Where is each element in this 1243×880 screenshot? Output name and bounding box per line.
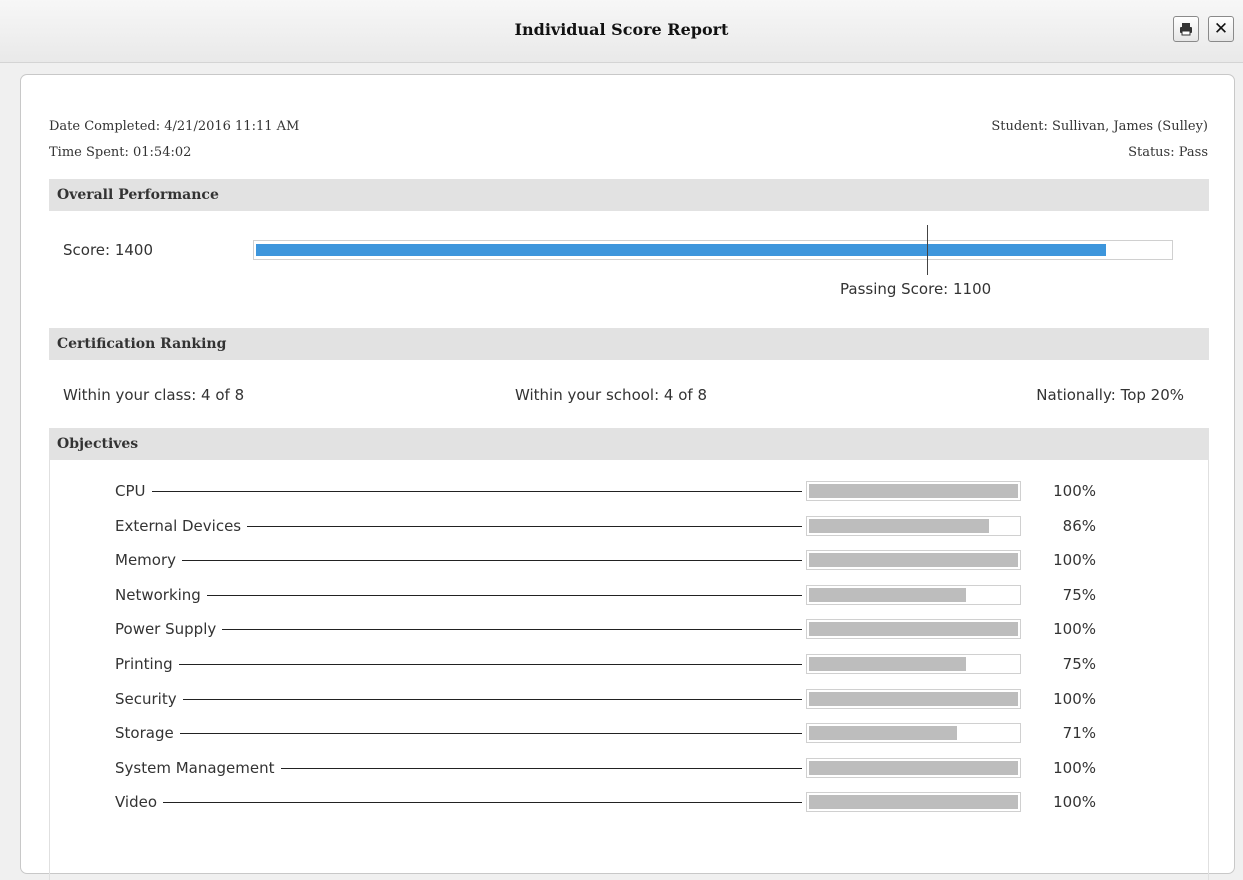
objective-bar-fill <box>809 484 1018 498</box>
objective-row: Power Supply 100% <box>115 617 1125 642</box>
objective-row: Printing 75% <box>115 652 1125 676</box>
date-completed: Date Completed: 4/21/2016 11:11 AM <box>49 119 300 134</box>
objective-bar-fill <box>809 622 1018 637</box>
close-button[interactable]: ✕ <box>1208 16 1234 42</box>
objective-bar <box>806 792 1021 813</box>
objective-bar <box>806 723 1021 744</box>
score-bar <box>253 240 1173 260</box>
objective-bar-fill <box>809 518 989 533</box>
objective-name: System Management <box>115 755 281 780</box>
objective-row: CPU 100% <box>115 479 1125 503</box>
objective-leader-line <box>115 802 802 804</box>
objective-bar <box>806 515 1021 536</box>
objective-bar <box>806 481 1021 501</box>
printer-icon <box>1180 23 1192 36</box>
objective-bar <box>806 550 1021 571</box>
objective-percent: 75% <box>1062 585 1096 604</box>
objective-name: Video <box>115 790 164 815</box>
objective-bar-fill <box>809 760 1018 775</box>
objective-bar-fill <box>809 795 1018 810</box>
passing-score-label: Passing Score: 1100 <box>840 280 992 298</box>
objective-name: Printing <box>115 652 179 676</box>
objective-bar <box>806 619 1021 640</box>
objective-row: System Management 100% <box>115 755 1125 780</box>
objective-percent: 100% <box>1053 551 1096 570</box>
objective-name: CPU <box>115 479 152 503</box>
national-ranking: Nationally: Top 20% <box>1036 386 1184 404</box>
objective-leader-line <box>115 664 802 665</box>
objective-leader-line <box>115 560 802 562</box>
objective-bar <box>806 584 1021 605</box>
print-button[interactable] <box>1173 16 1199 42</box>
school-ranking: Within your school: 4 of 8 <box>515 386 707 404</box>
objective-row: Storage 71% <box>115 721 1125 746</box>
certification-ranking-heading: Certification Ranking <box>49 328 1209 360</box>
objective-percent: 100% <box>1053 620 1096 639</box>
objective-name: External Devices <box>115 513 248 538</box>
objective-leader-line <box>115 491 802 492</box>
objective-name: Security <box>115 686 183 711</box>
objective-leader-line <box>115 698 802 700</box>
objective-percent: 100% <box>1053 793 1096 812</box>
close-icon: ✕ <box>1213 19 1229 39</box>
objective-percent: 100% <box>1053 758 1096 777</box>
student-name: Student: Sullivan, James (Sulley) <box>991 119 1208 134</box>
objective-row: Security 100% <box>115 686 1125 711</box>
objective-bar-fill <box>809 657 966 671</box>
title-bar: Individual Score Report ✕ <box>0 0 1243 63</box>
objective-percent: 86% <box>1062 516 1096 535</box>
objective-bar-fill <box>809 691 1018 706</box>
objective-row: External Devices 86% <box>115 513 1125 538</box>
objective-name: Storage <box>115 721 180 746</box>
objective-percent: 75% <box>1062 655 1096 673</box>
passing-score-marker <box>927 225 928 275</box>
objective-row: Memory 100% <box>115 548 1125 573</box>
objective-bar <box>806 757 1021 778</box>
objective-percent: 100% <box>1053 689 1096 708</box>
objective-name: Memory <box>115 548 183 573</box>
objective-bar <box>806 688 1021 709</box>
overall-performance-heading: Overall Performance <box>49 179 1209 211</box>
score-bar-fill <box>256 244 1107 256</box>
class-ranking: Within your class: 4 of 8 <box>63 386 245 404</box>
objective-bar-fill <box>809 726 958 741</box>
status-text: Status: Pass <box>1128 145 1208 160</box>
objectives-heading: Objectives <box>49 428 1209 460</box>
score-label: Score: 1400 <box>63 241 154 259</box>
report-panel: Date Completed: 4/21/2016 11:11 AM Time … <box>20 74 1235 880</box>
objective-name: Networking <box>115 582 207 607</box>
objective-row: Networking 75% <box>115 582 1125 607</box>
objective-bar-fill <box>809 587 966 602</box>
objective-name: Power Supply <box>115 617 223 642</box>
objective-leader-line <box>115 594 802 596</box>
objective-percent: 71% <box>1062 724 1096 743</box>
window-title: Individual Score Report <box>514 20 729 39</box>
time-spent: Time Spent: 01:54:02 <box>49 145 192 160</box>
objective-row: Video 100% <box>115 790 1125 815</box>
objective-bar-fill <box>809 553 1018 568</box>
objective-bar <box>806 654 1021 674</box>
objective-leader-line <box>115 733 802 735</box>
objective-percent: 100% <box>1053 482 1096 500</box>
